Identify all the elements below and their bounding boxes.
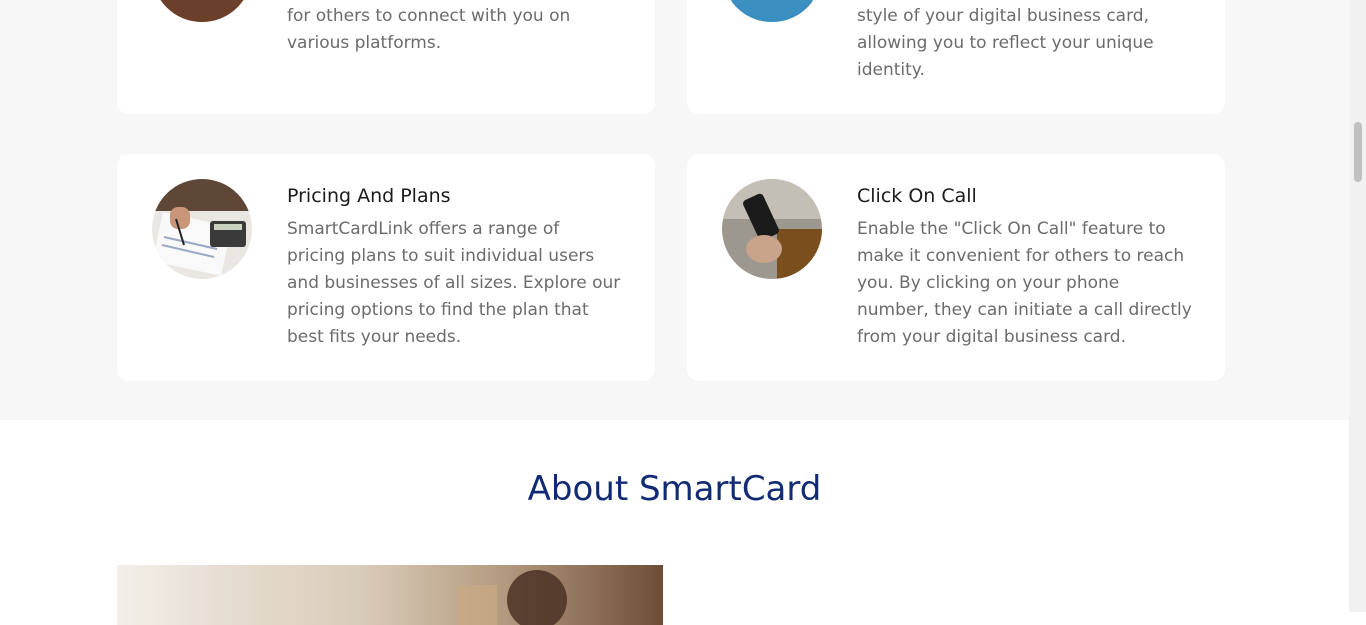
feature-text: Enable the "Click On Call" feature to ma…: [857, 219, 1192, 347]
page-scrollbar[interactable]: [1349, 0, 1366, 612]
about-photo-icon: [117, 565, 663, 625]
phone-call-photo-icon: [722, 179, 822, 279]
scrollbar-thumb[interactable]: [1354, 122, 1362, 182]
profile-photo-icon: [152, 0, 252, 22]
feature-title: Pricing And Plans: [287, 185, 451, 207]
calculator-photo-icon: [152, 179, 252, 279]
features-section: for others to connect with you on variou…: [0, 0, 1349, 420]
card-design-photo-icon: [722, 0, 822, 22]
feature-text: for others to connect with you on variou…: [287, 6, 571, 53]
feature-card-partial-right: style of your digital business card, all…: [687, 0, 1225, 114]
feature-text: style of your digital business card, all…: [857, 6, 1154, 80]
feature-card-partial-left: for others to connect with you on variou…: [117, 0, 655, 114]
about-section: About SmartCard: [0, 420, 1349, 625]
feature-card-click-on-call: Click On Call Enable the "Click On Call"…: [687, 154, 1225, 381]
about-title: About SmartCard: [527, 469, 822, 509]
feature-text: SmartCardLink offers a range of pricing …: [287, 219, 621, 347]
feature-title: Click On Call: [857, 185, 977, 207]
feature-card-pricing: Pricing And Plans SmartCardLink offers a…: [117, 154, 655, 381]
